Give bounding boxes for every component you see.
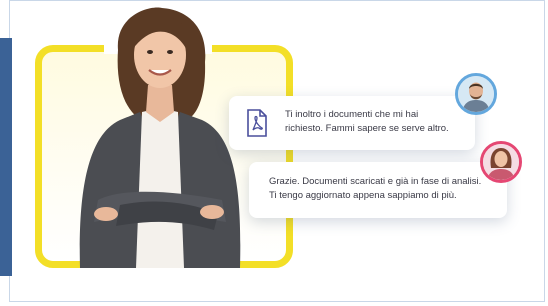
message-bubble-reply: Grazie. Documenti scaricati e già in fas…: [249, 162, 507, 218]
pdf-file-icon: [247, 109, 267, 137]
message-bubble-sent: Ti inoltro i documenti che mi hai richie…: [229, 96, 475, 150]
message-text: Grazie. Documenti scaricati e già in fas…: [269, 176, 482, 201]
avatar-man: [455, 73, 497, 115]
message-text: Ti inoltro i documenti che mi hai richie…: [285, 109, 449, 134]
brand-side-band: [0, 38, 12, 276]
woman-avatar-icon: [483, 144, 519, 180]
man-avatar-icon: [458, 76, 494, 112]
avatar-woman: [480, 141, 522, 183]
